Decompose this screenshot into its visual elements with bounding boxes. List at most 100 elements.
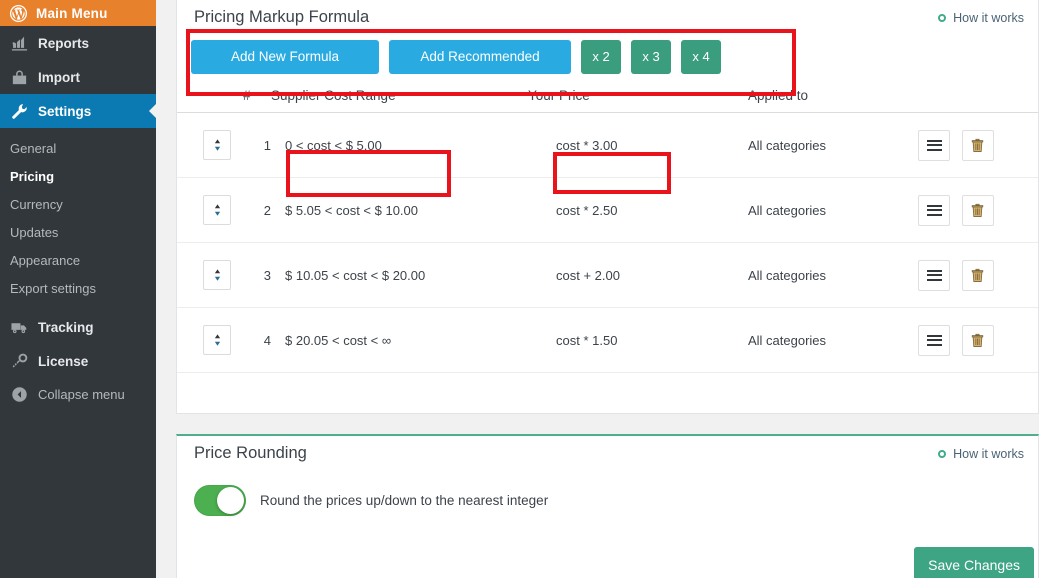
sidebar-item-settings-label: Settings xyxy=(38,103,92,119)
how-it-works-link-rounding[interactable]: How it works xyxy=(938,444,1024,461)
sidebar-item-collapse-menu-label: Collapse menu xyxy=(38,386,125,402)
row-actions xyxy=(918,307,1038,373)
sidebar-item-settings[interactable]: Settings xyxy=(0,94,157,128)
sidebar-item-import-label: Import xyxy=(38,69,80,85)
app-window: Main Menu Reports Import Settings Genera… xyxy=(0,0,1039,578)
sidebar-item-tracking-label: Tracking xyxy=(38,319,94,335)
formula-toolbar: Add New Formula Add Recommended x 2 x 3 … xyxy=(177,27,1038,96)
row-number: 3 xyxy=(243,242,271,308)
row-sort-cell xyxy=(177,307,243,373)
truck-icon xyxy=(10,318,29,337)
multiplier-x3-button[interactable]: x 3 xyxy=(631,40,671,74)
sidebar-item-general[interactable]: General xyxy=(0,134,156,162)
sidebar-item-export-settings[interactable]: Export settings xyxy=(0,274,156,302)
key-icon xyxy=(10,352,29,371)
table-row: 3 $ 10.05 < cost < $ 20.00 cost + 2.00 A… xyxy=(177,242,1038,308)
sidebar: Main Menu Reports Import Settings Genera… xyxy=(0,0,157,578)
sidebar-item-general-label: General xyxy=(10,140,57,156)
row-number: 1 xyxy=(243,112,271,178)
round-prices-label: Round the prices up/down to the nearest … xyxy=(260,493,549,508)
hamburger-icon[interactable] xyxy=(918,194,950,226)
chart-icon xyxy=(10,34,29,53)
trash-icon[interactable] xyxy=(961,324,994,356)
rounding-toggle-row: Round the prices up/down to the nearest … xyxy=(177,463,1038,516)
add-new-formula-button[interactable]: Add New Formula xyxy=(191,40,379,74)
row-number: 2 xyxy=(243,177,271,243)
row-sort-cell xyxy=(177,242,243,308)
sidebar-item-updates[interactable]: Updates xyxy=(0,218,156,246)
row-actions xyxy=(918,112,1038,178)
table-row: 2 $ 5.05 < cost < $ 10.00 cost * 2.50 Al… xyxy=(177,177,1038,243)
sidebar-item-license[interactable]: License xyxy=(0,344,156,378)
how-it-works-label: How it works xyxy=(953,447,1024,461)
trash-icon[interactable] xyxy=(961,129,994,161)
row-applied-to: All categories xyxy=(748,112,918,178)
rounding-title: Price Rounding xyxy=(194,444,307,462)
multiplier-x2-button[interactable]: x 2 xyxy=(581,40,621,74)
add-recommended-button[interactable]: Add Recommended xyxy=(389,40,571,74)
sidebar-item-reports[interactable]: Reports xyxy=(0,26,156,60)
rounding-panel-header: Price Rounding How it works xyxy=(177,436,1038,463)
save-changes-button[interactable]: Save Changes xyxy=(914,547,1034,578)
hamburger-glyph xyxy=(926,267,942,283)
multiplier-x4-button[interactable]: x 4 xyxy=(681,40,721,74)
row-supplier-cost-range[interactable]: $ 5.05 < cost < $ 10.00 xyxy=(271,177,528,243)
hamburger-glyph xyxy=(926,332,942,348)
sidebar-item-import[interactable]: Import xyxy=(0,60,156,94)
sidebar-item-appearance-label: Appearance xyxy=(10,252,81,268)
row-number: 4 xyxy=(243,307,271,373)
hamburger-glyph xyxy=(926,137,942,153)
sidebar-item-appearance[interactable]: Appearance xyxy=(0,246,156,274)
hamburger-icon[interactable] xyxy=(918,129,950,161)
sidebar-main-menu-label: Main Menu xyxy=(36,5,108,21)
sidebar-submenu: General Pricing Currency Updates Appeara… xyxy=(0,128,156,310)
sort-updown-icon[interactable] xyxy=(203,260,231,290)
row-supplier-cost-range[interactable]: $ 10.05 < cost < $ 20.00 xyxy=(271,242,528,308)
sidebar-item-collapse-menu[interactable]: Collapse menu xyxy=(0,378,156,410)
hamburger-icon[interactable] xyxy=(918,324,950,356)
table-row: 4 $ 20.05 < cost < ∞ cost * 1.50 All cat… xyxy=(177,307,1038,373)
sidebar-item-currency-label: Currency xyxy=(10,196,63,212)
trash-icon[interactable] xyxy=(961,259,994,291)
wrench-icon xyxy=(10,102,29,121)
info-circle-icon xyxy=(938,14,947,22)
sort-updown-icon[interactable] xyxy=(203,130,231,160)
hamburger-glyph xyxy=(926,202,942,218)
sidebar-item-main-menu[interactable]: Main Menu xyxy=(0,0,156,26)
toggle-knob xyxy=(217,487,244,514)
main-content: Pricing Markup Formula How it works Add … xyxy=(156,0,1039,578)
row-sort-cell xyxy=(177,177,243,243)
row-your-price[interactable]: cost * 2.50 xyxy=(528,177,748,243)
hamburger-icon[interactable] xyxy=(918,259,950,291)
round-prices-toggle[interactable] xyxy=(194,485,246,516)
price-rounding-panel: Price Rounding How it works Round the pr… xyxy=(176,434,1039,578)
sidebar-item-pricing[interactable]: Pricing xyxy=(0,162,156,190)
info-circle-icon xyxy=(938,450,947,458)
header-blank xyxy=(177,88,243,113)
sidebar-item-export-settings-label: Export settings xyxy=(10,280,96,296)
sidebar-item-updates-label: Updates xyxy=(10,224,59,240)
header-your-price: Your Price xyxy=(528,88,748,113)
collapse-left-arrow-icon xyxy=(10,385,29,404)
row-your-price[interactable]: cost * 3.00 xyxy=(528,112,748,178)
row-supplier-cost-range[interactable]: 0 < cost < $ 5.00 xyxy=(271,112,528,178)
row-your-price[interactable]: cost + 2.00 xyxy=(528,242,748,308)
row-applied-to: All categories xyxy=(748,307,918,373)
sidebar-item-tracking[interactable]: Tracking xyxy=(0,310,156,344)
header-supplier-cost-range: Supplier Cost Range xyxy=(271,88,528,113)
table-row: 1 0 < cost < $ 5.00 cost * 3.00 All cate… xyxy=(177,112,1038,178)
row-your-price[interactable]: cost * 1.50 xyxy=(528,307,748,373)
sidebar-item-pricing-label: Pricing xyxy=(10,168,55,184)
sidebar-item-license-label: License xyxy=(38,353,89,369)
formula-panel-header: Pricing Markup Formula How it works xyxy=(177,0,1038,27)
how-it-works-label: How it works xyxy=(953,11,1024,25)
how-it-works-link-formula[interactable]: How it works xyxy=(938,8,1024,25)
table-header-row: # Supplier Cost Range Your Price Applied… xyxy=(177,88,1038,113)
trash-icon[interactable] xyxy=(961,194,994,226)
sort-updown-icon[interactable] xyxy=(203,325,231,355)
row-supplier-cost-range[interactable]: $ 20.05 < cost < ∞ xyxy=(271,307,528,373)
sort-updown-icon[interactable] xyxy=(203,195,231,225)
pricing-markup-formula-panel: Pricing Markup Formula How it works Add … xyxy=(176,0,1039,414)
header-actions xyxy=(918,88,1038,113)
sidebar-item-currency[interactable]: Currency xyxy=(0,190,156,218)
